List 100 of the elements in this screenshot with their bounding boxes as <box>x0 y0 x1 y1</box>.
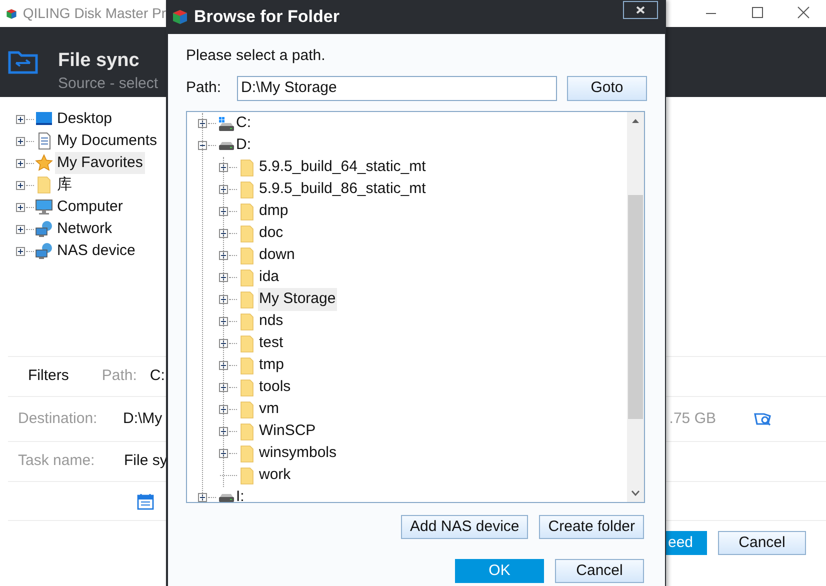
header-title: File sync <box>58 49 140 73</box>
expand-icon[interactable] <box>219 185 228 194</box>
collapse-icon[interactable] <box>198 141 207 150</box>
app-logo-icon <box>172 9 188 25</box>
expand-icon[interactable] <box>219 405 228 414</box>
destination-label: Destination: <box>18 408 98 429</box>
expand-icon[interactable] <box>219 449 228 458</box>
folder-icon <box>238 466 256 484</box>
folder-icon <box>238 378 256 396</box>
path-input[interactable]: D:\My Storage <box>237 76 557 100</box>
tree-item[interactable]: My Documents <box>55 130 160 152</box>
expand-icon[interactable] <box>198 493 207 502</box>
folder-tree-item[interactable]: ida <box>258 266 280 289</box>
prompt-text: Please select a path. <box>186 46 326 66</box>
folder-tree-item[interactable]: dmp <box>258 200 290 223</box>
path-label: Path: <box>102 366 137 386</box>
tree-item[interactable]: Computer <box>55 196 125 218</box>
folder-tree-item[interactable]: My Storage <box>258 288 337 311</box>
scroll-down-icon[interactable] <box>631 490 640 496</box>
network-computer-icon <box>35 220 53 238</box>
folder-tree-item[interactable]: 5.9.5_build_64_static_mt <box>258 156 427 179</box>
folder-icon <box>238 224 256 242</box>
folder-tree-item[interactable]: vm <box>258 398 280 421</box>
expand-icon[interactable] <box>16 202 25 212</box>
expand-icon[interactable] <box>219 163 228 172</box>
folder-tree-item[interactable]: down <box>258 244 296 267</box>
folder-tree-item[interactable]: C: <box>235 112 252 135</box>
tree-item[interactable]: Desktop <box>55 108 114 130</box>
folder-icon <box>238 400 256 418</box>
expand-icon[interactable] <box>16 224 25 234</box>
expand-icon[interactable] <box>16 136 25 146</box>
window-title: QILING Disk Master Pr <box>22 4 166 23</box>
folder-tree-item[interactable]: I: <box>235 486 246 502</box>
close-button[interactable] <box>623 1 658 19</box>
folder-icon <box>238 268 256 286</box>
tree-item[interactable]: 库 <box>55 174 74 196</box>
expand-icon[interactable] <box>219 295 228 304</box>
folder-tree-item[interactable]: tmp <box>258 354 286 377</box>
cancel-button[interactable]: Cancel <box>718 531 806 555</box>
folder-icon <box>238 422 256 440</box>
close-icon <box>636 6 645 14</box>
folder-tree-item[interactable]: D: <box>235 134 252 157</box>
folder-icon <box>238 334 256 352</box>
expand-icon[interactable] <box>219 317 228 326</box>
free-space-text: .75 GB <box>669 408 716 429</box>
folder-icon <box>238 246 256 264</box>
folder-icon <box>238 180 256 198</box>
folder-icon <box>238 202 256 220</box>
task-name-label: Task name: <box>18 451 96 472</box>
scrollbar-thumb[interactable] <box>628 194 643 418</box>
folder-icon <box>35 176 53 194</box>
header-subtitle: Source - select <box>58 74 158 94</box>
expand-icon[interactable] <box>219 207 228 216</box>
tree-item[interactable]: NAS device <box>55 240 138 262</box>
scroll-up-icon[interactable] <box>631 118 640 124</box>
cancel-button[interactable]: Cancel <box>555 558 644 582</box>
filters-link[interactable]: Filters <box>28 365 69 388</box>
destination-value: D:\My <box>123 408 162 429</box>
tree-item[interactable]: My Favorites <box>55 152 145 174</box>
folder-icon <box>238 158 256 176</box>
expand-icon[interactable] <box>219 361 228 370</box>
computer-icon <box>35 198 53 216</box>
expand-icon[interactable] <box>16 246 25 256</box>
folder-tree-item[interactable]: nds <box>258 310 284 333</box>
folder-icon <box>238 290 256 308</box>
path-value: C: <box>150 366 165 386</box>
expand-icon[interactable] <box>16 180 25 190</box>
drive-icon <box>219 116 234 130</box>
expand-icon[interactable] <box>198 119 207 128</box>
folder-tree-item[interactable]: WinSCP <box>258 420 317 443</box>
folder-tree-item[interactable]: doc <box>258 222 284 245</box>
expand-icon[interactable] <box>219 383 228 392</box>
goto-button[interactable]: Goto <box>567 76 647 100</box>
expand-icon[interactable] <box>219 427 228 436</box>
network-computer-icon <box>35 242 53 260</box>
drive-icon <box>219 494 234 502</box>
calendar-icon[interactable] <box>137 492 154 510</box>
expand-icon[interactable] <box>219 251 228 260</box>
task-name-value: File sy <box>124 451 168 472</box>
dialog-title: Browse for Folder <box>194 6 340 28</box>
expand-icon[interactable] <box>219 339 228 348</box>
folder-tree-item[interactable]: test <box>258 332 284 355</box>
star-icon <box>35 154 53 172</box>
desktop-icon <box>35 110 53 128</box>
browse-icon[interactable] <box>754 411 772 427</box>
expand-icon[interactable] <box>219 229 228 238</box>
expand-icon[interactable] <box>16 114 25 124</box>
folder-tree-item[interactable]: tools <box>258 376 292 399</box>
folder-tree-item[interactable]: winsymbols <box>258 442 338 465</box>
dialog-button[interactable]: Create folder <box>539 514 644 538</box>
scrollbar[interactable] <box>627 112 644 502</box>
expand-icon[interactable] <box>16 158 25 168</box>
drive-icon <box>219 142 234 150</box>
folder-tree-item[interactable]: 5.9.5_build_86_static_mt <box>258 178 427 201</box>
expand-icon[interactable] <box>219 273 228 282</box>
tree-item[interactable]: Network <box>55 218 114 240</box>
dialog-button[interactable]: Add NAS device <box>401 514 528 538</box>
folder-icon <box>238 444 256 462</box>
folder-tree-item[interactable]: work <box>258 464 292 487</box>
folder-icon <box>238 312 256 330</box>
